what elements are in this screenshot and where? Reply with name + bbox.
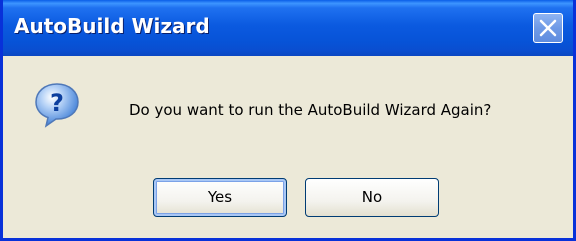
svg-text:?: ? <box>50 89 64 117</box>
question-icon: ? <box>35 83 79 128</box>
dialog-message: Do you want to run the AutoBuild Wizard … <box>129 101 492 119</box>
window-title: AutoBuild Wizard <box>14 14 210 38</box>
autobuild-wizard-dialog: AutoBuild Wizard ? Do you want to run th… <box>0 0 576 241</box>
yes-button[interactable]: Yes <box>153 178 287 217</box>
close-button[interactable] <box>533 13 563 43</box>
close-icon <box>539 19 557 37</box>
title-bar[interactable]: AutoBuild Wizard <box>3 0 573 56</box>
no-button[interactable]: No <box>305 178 439 217</box>
